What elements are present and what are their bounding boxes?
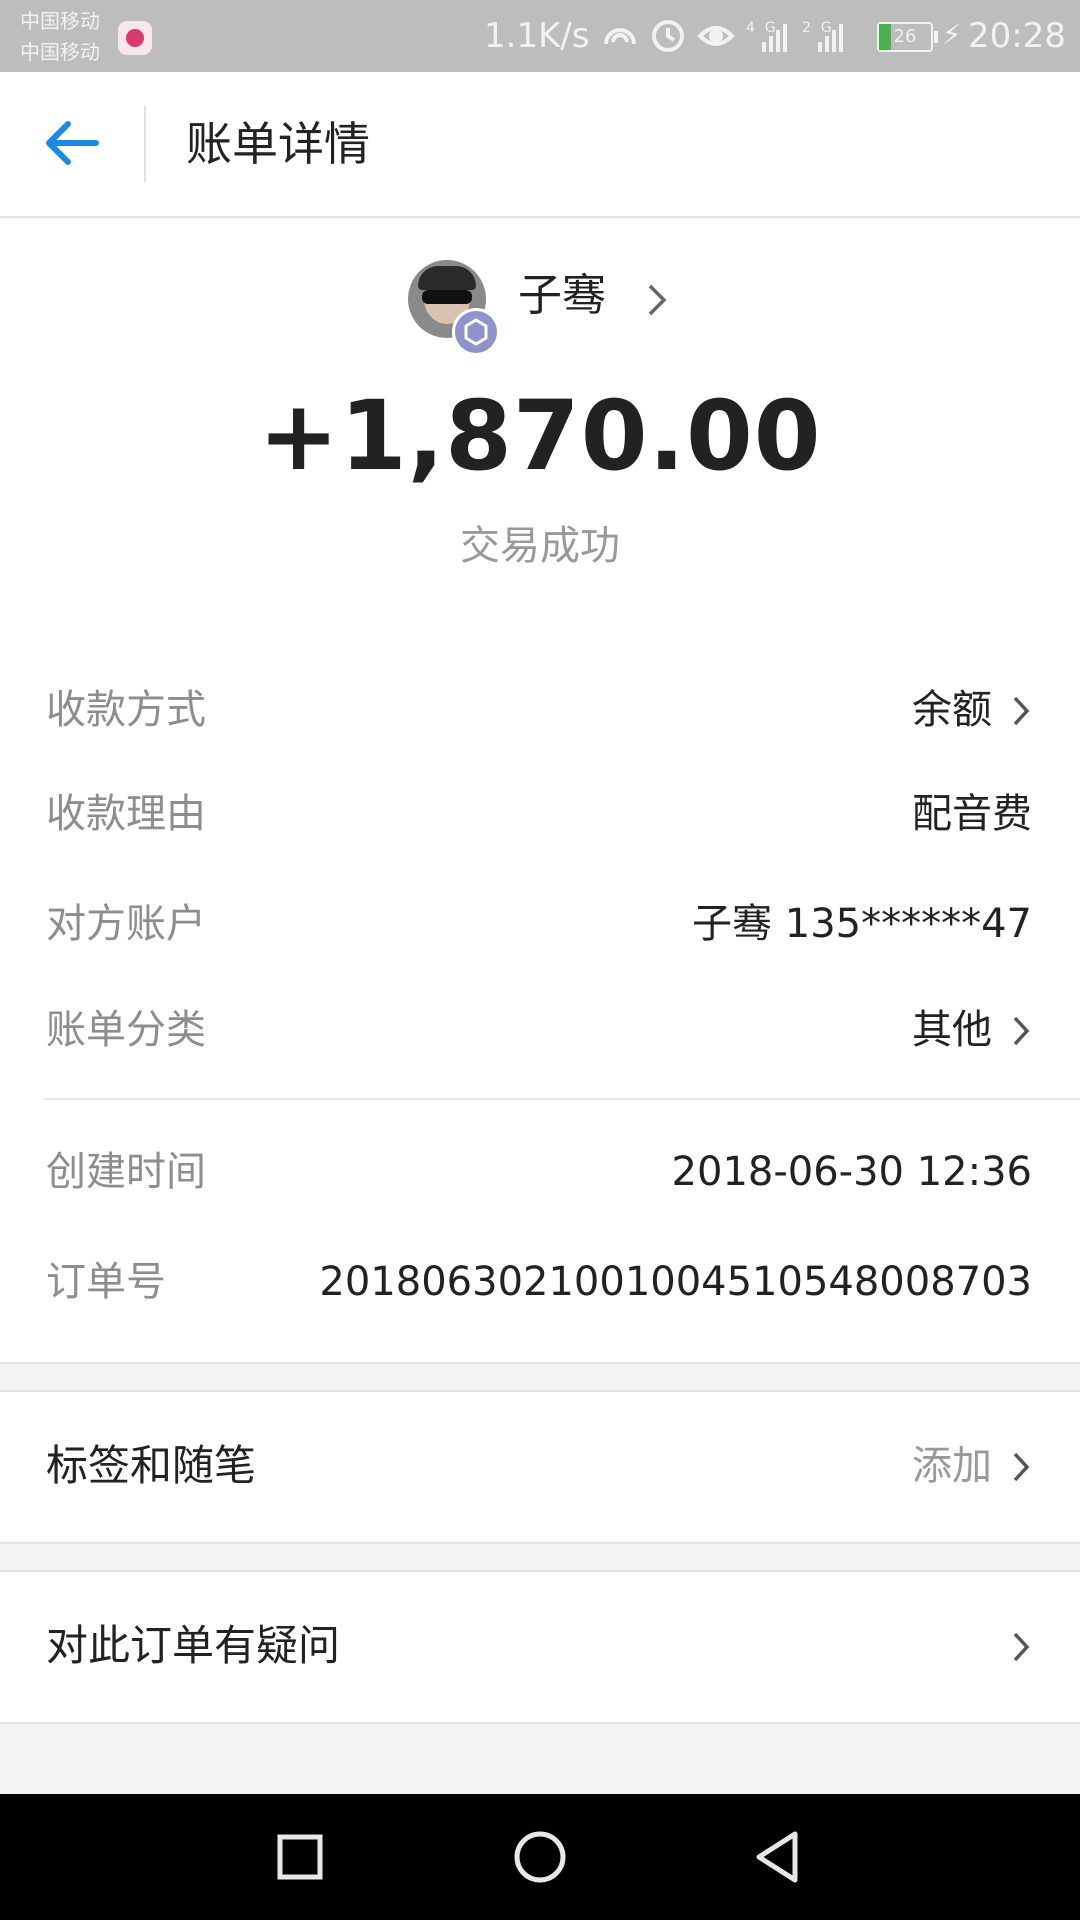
detail-value: 其他 bbox=[912, 1007, 992, 1053]
tags-label: 标签和随笔 bbox=[46, 1441, 257, 1490]
charging-icon: ⚡ bbox=[942, 18, 962, 51]
network-speed: 1.1K/s bbox=[484, 16, 590, 56]
detail-row-created-time: 创建时间 2018-06-30 12:36 bbox=[0, 1132, 1080, 1212]
transaction-status: 交易成功 bbox=[460, 523, 620, 569]
add-tag-link[interactable]: 添加 bbox=[912, 1438, 992, 1494]
signal-2g-icon: 2G bbox=[802, 20, 843, 52]
system-nav-bar bbox=[0, 1794, 1080, 1920]
clock: 20:28 bbox=[968, 16, 1066, 56]
battery-icon: 26 bbox=[877, 22, 938, 52]
chevron-right-icon bbox=[1013, 1016, 1030, 1046]
tags-and-notes-row[interactable]: 标签和随笔 添加 bbox=[0, 1390, 1080, 1544]
detail-label: 收款方式 bbox=[46, 687, 206, 733]
detail-value: 余额 bbox=[912, 687, 992, 733]
detail-label: 对方账户 bbox=[46, 901, 206, 947]
detail-label: 账单分类 bbox=[46, 1007, 206, 1053]
status-bar: 中国移动 中国移动 1.1K/s 4G 2G 26 ⚡ 20:28 bbox=[0, 0, 1080, 72]
detail-row-category[interactable]: 账单分类 其他 bbox=[0, 990, 1080, 1070]
signal-4g-icon: 4G bbox=[746, 20, 787, 52]
detail-row-reason: 收款理由 配音费 bbox=[0, 774, 1080, 854]
carrier-1: 中国移动 bbox=[20, 9, 100, 33]
title-bar: 账单详情 bbox=[0, 72, 1080, 218]
verified-badge-icon bbox=[452, 308, 500, 356]
title-separator bbox=[144, 106, 146, 182]
carrier-2: 中国移动 bbox=[20, 40, 100, 64]
page-title: 账单详情 bbox=[186, 117, 370, 171]
bill-detail-card: 子骞 +1,870.00 交易成功 收款方式 余额 收款理由 配音费 对方账户 … bbox=[0, 218, 1080, 1364]
nfc-icon bbox=[604, 28, 636, 45]
detail-value: 子骞 135******47 bbox=[692, 901, 1032, 947]
back-arrow-icon[interactable] bbox=[38, 108, 108, 178]
chevron-right-icon[interactable] bbox=[640, 280, 672, 320]
status-icons: 4G 2G bbox=[604, 20, 843, 52]
order-question-row[interactable]: 对此订单有疑问 bbox=[0, 1570, 1080, 1724]
detail-value: 2018063021001004510548008703 bbox=[319, 1259, 1032, 1305]
detail-label: 创建时间 bbox=[46, 1149, 206, 1195]
detail-value: 配音费 bbox=[912, 791, 1032, 837]
notification-app-icon bbox=[118, 21, 152, 55]
eye-icon bbox=[697, 26, 735, 46]
back-triangle-icon[interactable] bbox=[745, 1822, 815, 1892]
chevron-right-icon bbox=[1013, 1452, 1030, 1482]
order-question-label: 对此订单有疑问 bbox=[46, 1621, 341, 1670]
detail-row-counterparty: 对方账户 子骞 135******47 bbox=[0, 884, 1080, 964]
chevron-right-icon bbox=[1013, 696, 1030, 726]
recent-apps-square-icon[interactable] bbox=[265, 1822, 335, 1892]
chevron-right-icon bbox=[1013, 1632, 1030, 1662]
detail-row-order-number: 订单号 2018063021001004510548008703 bbox=[0, 1242, 1080, 1322]
payer-name[interactable]: 子骞 bbox=[518, 268, 606, 324]
detail-row-payment-method[interactable]: 收款方式 余额 bbox=[0, 670, 1080, 750]
section-divider bbox=[44, 1098, 1080, 1100]
home-circle-icon[interactable] bbox=[505, 1822, 575, 1892]
detail-label: 收款理由 bbox=[46, 791, 206, 837]
alarm-icon bbox=[652, 20, 684, 52]
transaction-amount: +1,870.00 bbox=[258, 380, 822, 492]
detail-label: 订单号 bbox=[46, 1259, 166, 1305]
detail-value: 2018-06-30 12:36 bbox=[671, 1149, 1032, 1195]
